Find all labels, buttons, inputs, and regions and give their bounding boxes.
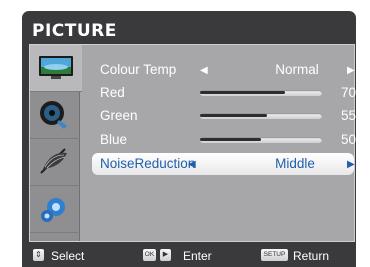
noise-reduction-label: NoiseReduction — [100, 156, 196, 171]
tab-options[interactable] — [30, 186, 78, 233]
red-slider-fill — [200, 91, 286, 94]
right-arrow-icon[interactable]: ▶ — [347, 65, 355, 76]
select-hint: Select — [51, 249, 85, 263]
colour-temp-value: Normal — [275, 62, 319, 77]
red-label: Red — [100, 85, 125, 100]
blue-slider-fill — [200, 138, 261, 141]
setup-key-icon: SETUP — [261, 249, 288, 261]
green-slider[interactable] — [200, 113, 322, 119]
colour-temp-label: Colour Temp — [100, 62, 177, 77]
ok-key-icon: OK — [143, 249, 156, 261]
red-row[interactable]: Red 70 — [92, 82, 356, 104]
tab-column — [30, 45, 82, 241]
tab-picture[interactable] — [30, 45, 82, 92]
settings-panel: Colour Temp ◀ Normal ▶ Red 70 Green 55 B… — [29, 44, 356, 242]
picture-menu: PICTURE Colour Temp ◀ Normal ▶ Red 70 Gr… — [22, 11, 356, 267]
right-arrow-icon[interactable]: ▶ — [347, 159, 355, 170]
gears-icon — [41, 198, 65, 222]
red-slider[interactable] — [200, 90, 322, 96]
tab-sound[interactable] — [30, 92, 78, 139]
green-slider-fill — [200, 114, 268, 117]
left-arrow-icon[interactable]: ◀ — [188, 159, 196, 170]
fan-icon — [40, 148, 67, 174]
blue-value: 50 — [340, 132, 356, 147]
enter-hint: Enter — [183, 249, 212, 263]
up-down-key-icon: ⇕ — [33, 249, 44, 261]
return-hint: Return — [293, 249, 330, 263]
right-key-icon: ▶ — [160, 249, 171, 261]
tab-setting[interactable] — [30, 139, 78, 186]
menu-title: PICTURE — [32, 21, 117, 41]
monitor-icon — [39, 56, 73, 79]
red-value: 70 — [340, 85, 356, 100]
blue-slider[interactable] — [200, 137, 322, 143]
speaker-disc-icon — [40, 101, 67, 129]
green-row[interactable]: Green 55 — [92, 105, 356, 127]
noise-reduction-row[interactable]: NoiseReduction ◀ Middle ▶ — [92, 153, 355, 175]
green-label: Green — [100, 108, 138, 123]
left-arrow-icon[interactable]: ◀ — [200, 65, 208, 76]
green-value: 55 — [340, 108, 356, 123]
blue-row[interactable]: Blue 50 — [92, 129, 356, 151]
footer-hints: ⇕ Select OK ▶ Enter SETUP Return — [22, 245, 356, 267]
noise-reduction-value: Middle — [275, 156, 315, 171]
blue-label: Blue — [100, 132, 128, 147]
colour-temp-row[interactable]: Colour Temp ◀ Normal ▶ — [92, 59, 355, 81]
